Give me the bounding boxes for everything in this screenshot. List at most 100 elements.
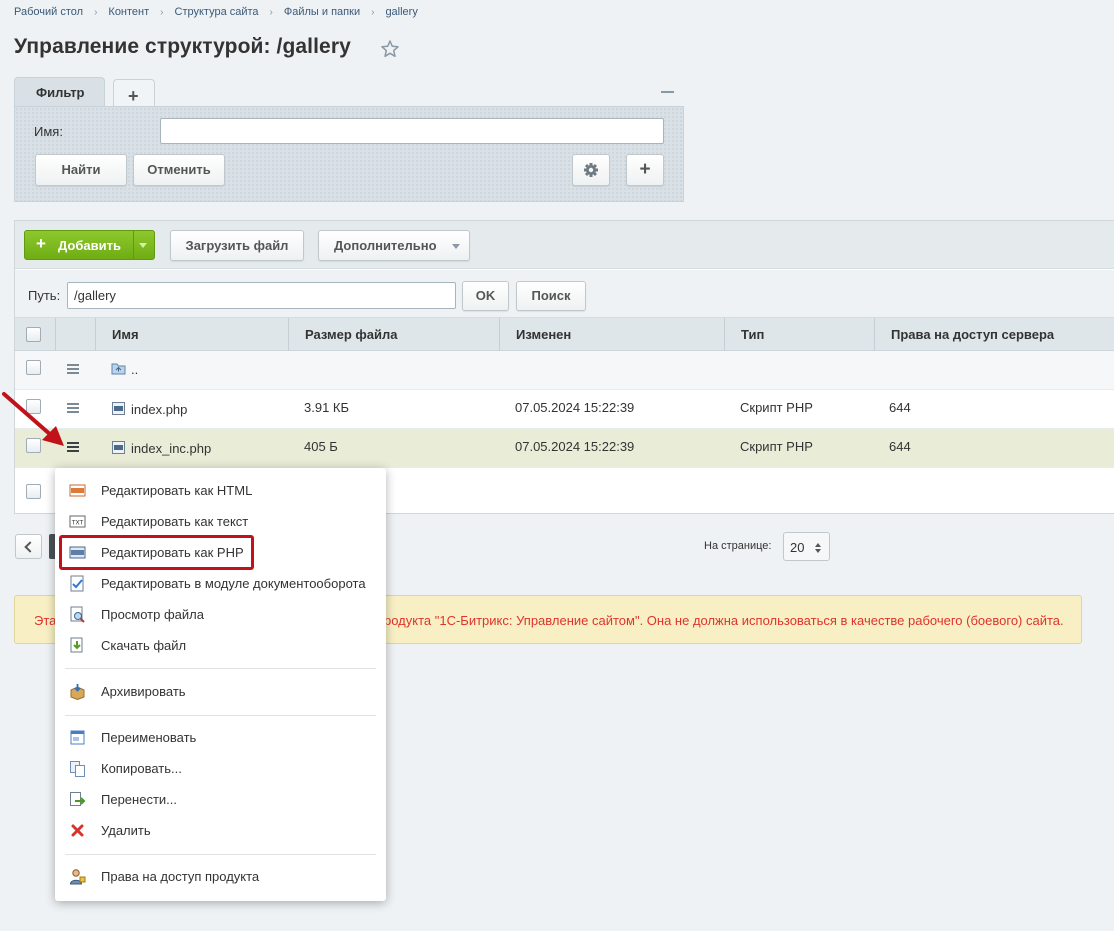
annotation-arrow-icon [2,392,64,446]
menu-item-move[interactable]: Перенести... [55,784,386,815]
header-modified[interactable]: Изменен [499,318,724,351]
add-filter-field-button[interactable]: + [626,154,664,186]
menu-item-edit-text[interactable]: TXT Редактировать как текст [55,506,386,537]
header-size[interactable]: Размер файла [288,318,499,351]
menu-item-edit-workflow[interactable]: Редактировать в модуле документооборота [55,568,386,599]
move-icon [70,792,86,806]
file-name[interactable]: index_inc.php [131,441,211,456]
edit-text-icon: TXT [69,515,86,528]
breadcrumb-site-structure[interactable]: Структура сайта [175,6,259,18]
breadcrumb-desktop[interactable]: Рабочий стол [14,6,83,18]
view-file-icon [70,606,85,623]
breadcrumb-separator: › [160,7,164,18]
find-button[interactable]: Найти [35,154,127,186]
archive-icon [70,684,85,700]
header-name[interactable]: Имя [95,318,288,351]
breadcrumb-separator: › [269,7,273,18]
path-label: Путь: [28,288,61,303]
menu-item-label: Переименовать [101,730,197,745]
table-row[interactable]: .. [15,351,1114,390]
menu-item-rename[interactable]: Переименовать [55,722,386,753]
menu-item-label: Скачать файл [101,638,187,653]
chevron-down-icon [815,549,821,553]
previous-page-button[interactable] [15,534,42,559]
breadcrumb: Рабочий стол › Контент › Структура сайта › Фай… [14,6,418,18]
menu-item-delete[interactable]: Удалить [55,815,386,846]
path-bar: Путь: /gallery OK Поиск [15,270,1114,318]
file-name[interactable]: index.php [131,402,187,417]
name-filter-input[interactable] [160,118,664,144]
menu-item-access-rights[interactable]: Права на доступ продукта [55,861,386,892]
plus-icon: + [36,234,46,253]
gear-icon [584,163,598,177]
more-actions-button[interactable]: Дополнительно [318,230,470,261]
menu-item-label: Права на доступ продукта [101,869,260,884]
breadcrumb-files-folders[interactable]: Файлы и папки [284,6,360,18]
menu-item-label: Копировать... [101,761,182,776]
file-context-menu: Редактировать как HTML TXT Редактировать… [55,468,386,901]
menu-divider [65,668,376,669]
select-all-checkbox[interactable] [26,327,41,342]
rename-icon [70,730,85,745]
menu-divider [65,715,376,716]
add-button[interactable]: + Добавить [24,230,155,260]
breadcrumb-separator: › [371,7,375,18]
menu-item-label: Редактировать в модуле документооборота [101,576,366,591]
per-page-value: 20 [790,540,805,555]
header-type[interactable]: Тип [724,318,874,351]
row-checkbox[interactable] [26,360,41,375]
menu-item-archive[interactable]: Архивировать [55,676,386,707]
menu-item-label: Удалить [101,823,151,838]
plus-icon: + [128,86,139,106]
menu-item-download[interactable]: Скачать файл [55,630,386,661]
divider [133,231,134,259]
svg-text:TXT: TXT [71,520,84,527]
path-input[interactable]: /gallery [67,282,456,309]
download-icon [70,637,83,653]
menu-item-view-file[interactable]: Просмотр файла [55,599,386,630]
filter-panel: Имя: Найти Отменить + [14,106,684,202]
filter-settings-button[interactable] [572,154,610,186]
header-server-rights[interactable]: Права на доступ сервера [874,318,1114,351]
table-row[interactable]: index_inc.php 405 Б 07.05.2024 15:22:39 … [15,429,1114,468]
breadcrumb-gallery[interactable]: gallery [385,6,417,18]
chevron-down-icon[interactable] [139,243,147,248]
file-name[interactable]: .. [131,362,138,377]
menu-item-label: Редактировать как HTML [101,483,253,498]
php-file-icon [112,402,125,415]
page-title: Управление структурой: /gallery [14,35,351,58]
menu-item-copy[interactable]: Копировать... [55,753,386,784]
tab-filter[interactable]: Фильтр [14,77,105,109]
menu-item-label: Перенести... [101,792,177,807]
select-all-footer-checkbox[interactable] [26,484,41,499]
path-search-button[interactable]: Поиск [516,281,586,311]
file-modified: 07.05.2024 15:22:39 [515,439,635,454]
copy-icon [70,761,85,777]
path-ok-button[interactable]: OK [462,281,509,311]
cancel-button[interactable]: Отменить [133,154,225,186]
table-row[interactable]: index.php 3.91 КБ 07.05.2024 15:22:39 Ск… [15,390,1114,429]
workflow-icon [70,575,84,592]
file-size: 3.91 КБ [304,400,350,415]
file-modified: 07.05.2024 15:22:39 [515,400,635,415]
row-menu-icon[interactable] [67,364,80,374]
file-type: Скрипт PHP [740,400,813,415]
breadcrumb-content[interactable]: Контент [108,6,149,18]
add-button-label: Добавить [58,238,121,253]
menu-item-label: Просмотр файла [101,607,204,622]
menu-item-edit-html[interactable]: Редактировать как HTML [55,475,386,506]
per-page-select[interactable]: 20 [783,532,830,561]
access-rights-icon [69,869,86,885]
minimize-filter-button[interactable] [661,91,674,93]
name-label: Имя: [34,124,63,139]
menu-divider [65,854,376,855]
star-icon[interactable] [380,39,400,59]
toolbar: + Добавить Загрузить файл Дополнительно [15,221,1114,269]
add-filter-tab-button[interactable]: + [113,79,155,108]
highlight-frame [59,535,254,570]
upload-file-button[interactable]: Загрузить файл [170,230,304,261]
warning-text: родукта "1С-Битрикс: Управление сайтом".… [384,613,1064,628]
folder-up-icon [111,363,126,375]
plus-icon: + [639,159,651,180]
header-actions-column [55,318,96,351]
